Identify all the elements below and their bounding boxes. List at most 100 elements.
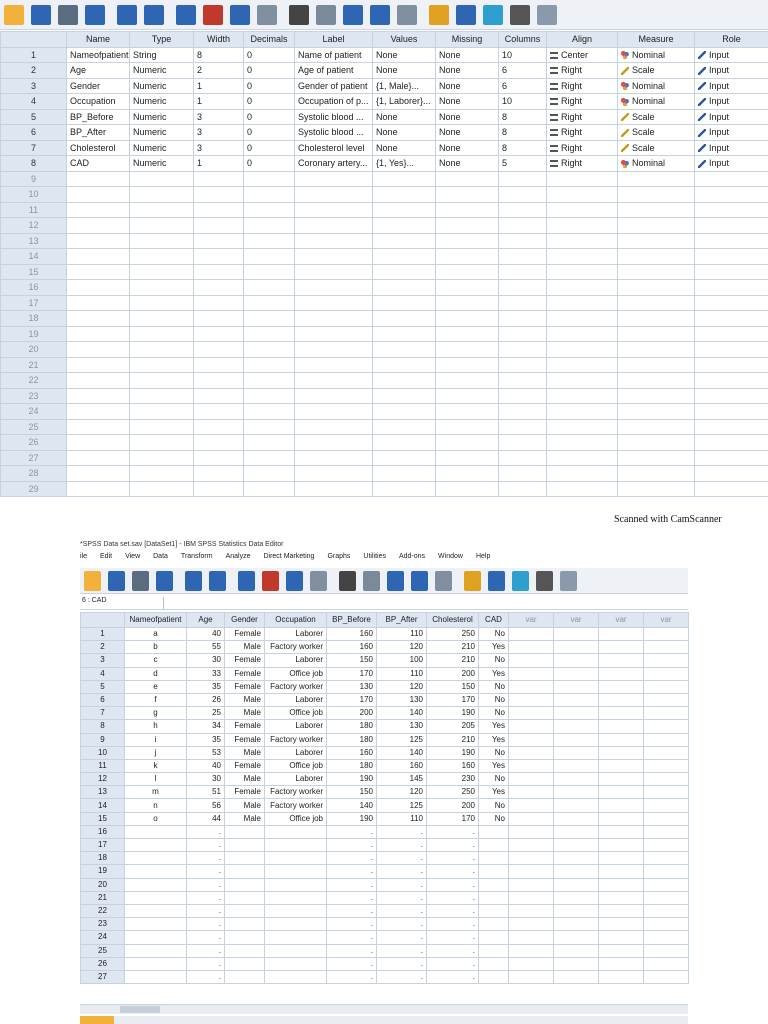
data-cell[interactable] [553, 719, 599, 734]
empty-cell[interactable] [66, 294, 130, 311]
cell-dec[interactable]: 0 [243, 93, 295, 110]
goto-case-icon[interactable] [238, 570, 255, 591]
data-cell[interactable]: 25 [186, 706, 225, 721]
data-cell[interactable]: 190 [426, 745, 479, 760]
data-cell[interactable]: Office job [264, 666, 327, 681]
cell-values[interactable]: None [372, 108, 436, 125]
cell-width[interactable]: 2 [193, 62, 244, 79]
data-cell[interactable]: e [124, 679, 187, 694]
empty-cell[interactable] [498, 418, 547, 435]
variables-icon[interactable] [230, 4, 250, 25]
empty-cell[interactable] [617, 232, 695, 249]
empty-cell[interactable] [224, 837, 265, 853]
menu-item-data[interactable]: Data [153, 553, 168, 560]
empty-cell[interactable] [598, 824, 644, 840]
column-header-nameofpatient[interactable]: Nameofpatient [124, 612, 187, 628]
empty-cell[interactable] [598, 851, 644, 866]
cell-label[interactable]: Cholesterol level [294, 139, 373, 156]
empty-cell[interactable] [498, 186, 547, 203]
empty-cell[interactable] [546, 387, 618, 404]
empty-cell[interactable] [243, 418, 295, 435]
cell-values[interactable]: None [372, 139, 436, 156]
data-cell[interactable] [553, 692, 599, 708]
empty-cell[interactable] [617, 217, 695, 234]
empty-cell[interactable] [129, 403, 194, 420]
data-cell[interactable]: 35 [186, 679, 225, 694]
data-cell[interactable]: Female [224, 626, 265, 642]
empty-cell[interactable] [553, 969, 599, 985]
cell-type[interactable]: Numeric [129, 108, 194, 125]
data-cell[interactable] [598, 732, 644, 747]
empty-cell[interactable]: . [376, 930, 427, 945]
data-cell[interactable]: h [124, 719, 187, 734]
data-cell[interactable]: Laborer [264, 626, 327, 642]
menu-item-window[interactable]: Window [438, 553, 463, 560]
data-cell[interactable]: 34 [186, 719, 225, 734]
data-cell[interactable] [508, 706, 554, 721]
cell-align[interactable]: Right [546, 155, 618, 172]
weight-cases-icon[interactable] [435, 570, 452, 591]
data-cell[interactable]: 210 [426, 653, 479, 668]
data-cell[interactable] [643, 785, 689, 800]
horizontal-scrollbar[interactable] [80, 1004, 688, 1014]
cell-label[interactable]: Systolic blood ... [294, 108, 373, 125]
empty-cell[interactable]: . [326, 877, 377, 892]
empty-cell[interactable] [66, 356, 130, 373]
insert-variable-icon[interactable] [343, 4, 363, 25]
empty-cell[interactable] [193, 310, 244, 327]
empty-cell[interactable] [294, 248, 373, 265]
data-cell[interactable]: 170 [426, 692, 479, 708]
empty-cell[interactable] [498, 217, 547, 234]
empty-cell[interactable] [193, 294, 244, 311]
empty-cell[interactable] [498, 434, 547, 451]
empty-cell[interactable] [124, 943, 187, 958]
cell-label[interactable]: Age of patient [294, 62, 373, 79]
cell-width[interactable]: 1 [193, 155, 244, 172]
data-cell[interactable]: c [124, 653, 187, 668]
empty-cell[interactable] [372, 263, 436, 280]
data-cell[interactable] [508, 745, 554, 760]
cell-width[interactable]: 3 [193, 139, 244, 156]
empty-cell[interactable] [617, 248, 695, 265]
empty-cell[interactable] [546, 325, 618, 342]
empty-cell[interactable] [546, 279, 618, 296]
empty-cell[interactable] [617, 325, 695, 342]
empty-cell[interactable] [617, 170, 695, 187]
empty-cell[interactable] [193, 341, 244, 358]
data-cell[interactable]: k [124, 758, 187, 774]
data-cell[interactable] [598, 772, 644, 787]
data-cell[interactable] [508, 732, 554, 747]
cell-type[interactable]: Numeric [129, 62, 194, 79]
empty-cell[interactable] [508, 864, 554, 879]
data-cell[interactable]: No [478, 679, 509, 694]
empty-cell[interactable] [129, 248, 194, 265]
empty-cell[interactable] [372, 465, 436, 482]
empty-cell[interactable] [224, 930, 265, 945]
data-cell[interactable]: Yes [478, 732, 509, 747]
undo-icon[interactable] [117, 4, 137, 25]
cell-type[interactable]: Numeric [129, 124, 194, 141]
empty-cell[interactable] [264, 917, 327, 932]
data-cell[interactable]: 160 [426, 758, 479, 774]
cell-align[interactable]: Right [546, 77, 618, 94]
empty-cell[interactable] [124, 903, 187, 919]
scroll-thumb[interactable] [120, 1006, 160, 1013]
empty-cell[interactable] [553, 851, 599, 866]
data-cell[interactable]: 190 [426, 706, 479, 721]
data-cell[interactable]: Male [224, 706, 265, 721]
empty-cell[interactable]: . [186, 930, 225, 945]
empty-cell[interactable]: . [326, 864, 377, 879]
empty-cell[interactable] [124, 864, 187, 879]
cell-dec[interactable]: 0 [243, 155, 295, 172]
empty-cell[interactable] [546, 356, 618, 373]
empty-cell[interactable] [553, 824, 599, 840]
goto-case-icon[interactable] [176, 4, 196, 25]
empty-cell[interactable] [508, 877, 554, 892]
data-cell[interactable]: 210 [426, 640, 479, 655]
data-cell[interactable]: 180 [326, 758, 377, 774]
column-header-width[interactable]: Width [193, 31, 244, 48]
empty-cell[interactable] [508, 917, 554, 932]
cell-width[interactable]: 3 [193, 108, 244, 125]
empty-cell[interactable] [294, 372, 373, 389]
empty-cell[interactable]: . [326, 930, 377, 945]
